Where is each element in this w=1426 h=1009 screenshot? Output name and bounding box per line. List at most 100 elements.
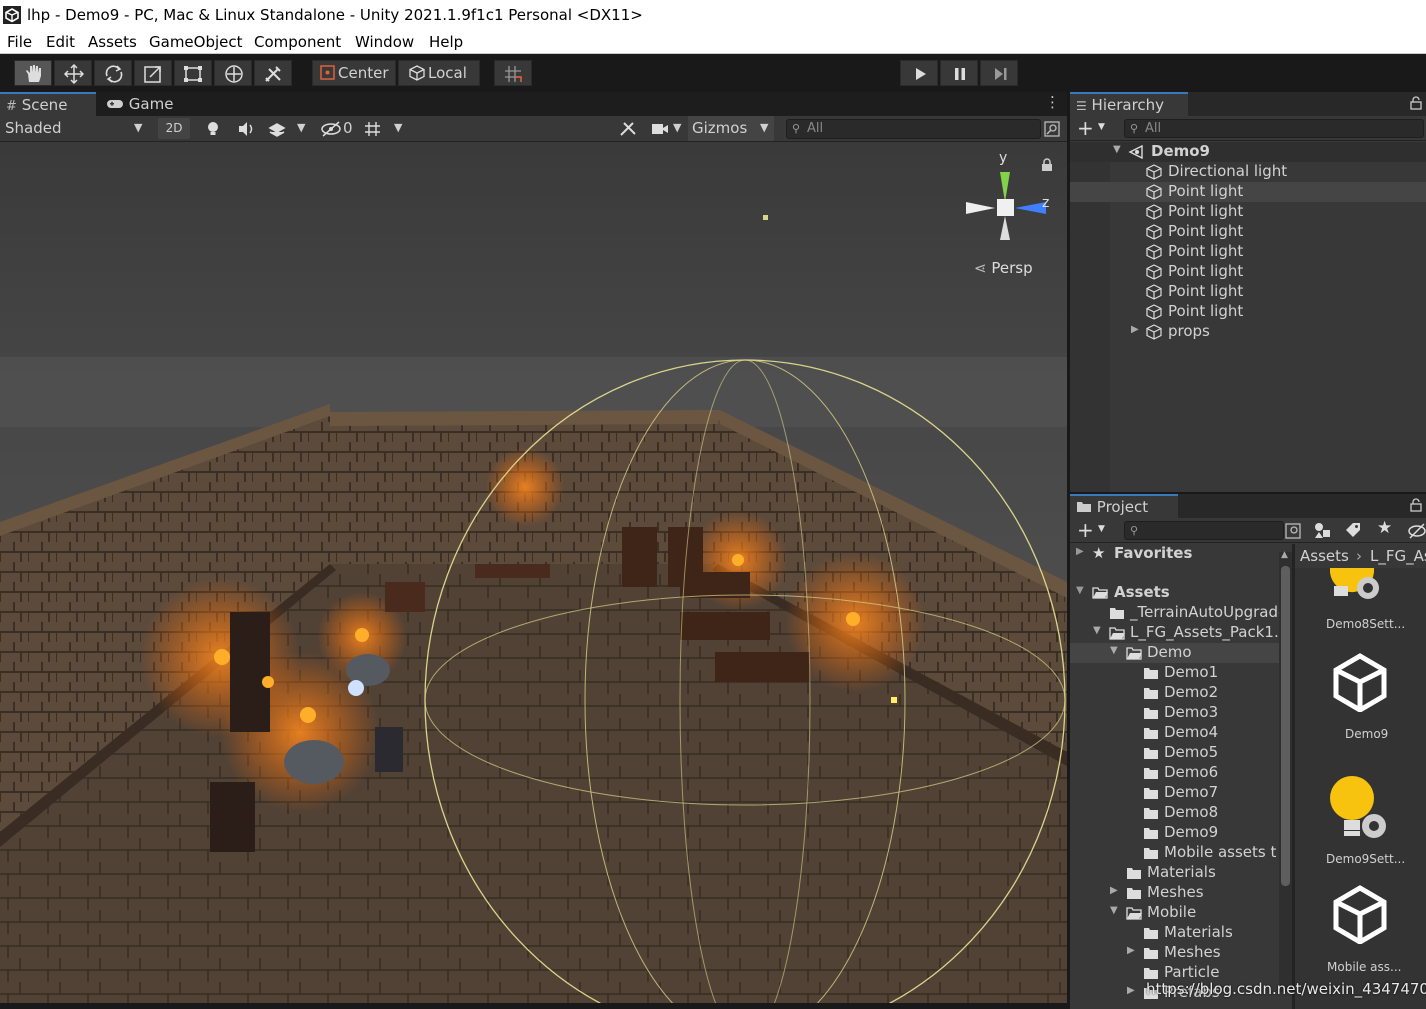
favorites-row[interactable]: ▶ ★ Favorites [1070, 544, 1292, 564]
search-by-type-icon[interactable] [1284, 522, 1302, 540]
project-tree-item[interactable]: Demo1 [1070, 663, 1279, 683]
project-tree-item[interactable]: ▼ Mobile [1070, 903, 1279, 923]
rect-tool-button[interactable] [174, 60, 212, 86]
expand-arrow-icon[interactable]: ▶ [1131, 324, 1139, 335]
project-tree-item[interactable]: ▼ Demo [1070, 643, 1279, 663]
expand-arrow-icon[interactable]: ▶ [1127, 945, 1135, 956]
tab-hierarchy[interactable]: ☰ Hierarchy [1070, 92, 1188, 116]
hierarchy-item[interactable]: Point light [1070, 242, 1426, 262]
expand-arrow-icon[interactable]: ▶ [1127, 985, 1135, 996]
lightbulb-icon[interactable] [204, 120, 222, 138]
lock-icon[interactable] [1409, 498, 1423, 512]
transform-tool-button[interactable] [214, 60, 252, 86]
expand-arrow-icon[interactable]: ▼ [1093, 625, 1101, 636]
breadcrumb-assets[interactable]: Assets [1300, 547, 1349, 565]
step-button[interactable] [980, 60, 1018, 86]
custom-tool-button[interactable] [254, 60, 292, 86]
add-chevron-icon[interactable]: ▼ [1098, 524, 1105, 534]
pivot-center-button[interactable]: Center [312, 60, 396, 86]
project-tree-item[interactable]: ▶ Meshes [1070, 883, 1279, 903]
menu-help[interactable]: Help [429, 31, 463, 53]
project-tree-item[interactable]: Demo9 [1070, 823, 1279, 843]
grid-toggle-icon[interactable] [363, 120, 383, 138]
lock-icon[interactable] [1040, 158, 1054, 172]
add-icon[interactable]: + [1077, 518, 1094, 542]
project-tree-item[interactable]: Demo3 [1070, 703, 1279, 723]
axis-z-label[interactable]: z [1042, 195, 1049, 211]
expand-arrow-icon[interactable]: ▼ [1076, 585, 1084, 596]
project-search-input[interactable]: ⚲ [1124, 521, 1284, 540]
hierarchy-item[interactable]: Point light [1070, 222, 1426, 242]
hierarchy-item[interactable]: Point light [1070, 182, 1426, 202]
breadcrumb-folder[interactable]: L_FG_As [1370, 547, 1426, 565]
hierarchy-item[interactable]: Directional light [1070, 162, 1426, 182]
grid-item-demo9[interactable]: Demo9 [1315, 652, 1415, 744]
projection-label[interactable]: ⋖ Persp [974, 259, 1033, 277]
project-tree-item[interactable]: _TerrainAutoUpgrade [1070, 603, 1287, 623]
project-tree-scrollbar[interactable]: ▲ [1279, 550, 1292, 992]
grid-dropdown-chevron-icon[interactable]: ▼ [394, 121, 402, 134]
lock-icon[interactable] [1409, 96, 1423, 110]
project-tree-item[interactable]: Materials [1070, 863, 1279, 883]
project-tree-item[interactable]: Demo4 [1070, 723, 1279, 743]
menu-edit[interactable]: Edit [46, 31, 75, 53]
expand-arrow-icon[interactable]: ▶ [1110, 885, 1118, 896]
axis-y-label[interactable]: y [999, 150, 1007, 166]
add-icon[interactable]: + [1077, 116, 1094, 140]
effects-dropdown-chevron-icon[interactable]: ▼ [297, 121, 305, 134]
filter-by-type-icon[interactable] [1313, 521, 1333, 539]
audio-icon[interactable] [236, 120, 256, 138]
menu-assets[interactable]: Assets [88, 31, 137, 53]
project-tree-item[interactable]: Demo2 [1070, 683, 1279, 703]
add-chevron-icon[interactable]: ▼ [1098, 122, 1105, 132]
hierarchy-item[interactable]: Point light [1070, 202, 1426, 222]
hierarchy-item[interactable]: Point light [1070, 302, 1426, 322]
move-tool-button[interactable] [54, 60, 92, 86]
pause-button[interactable] [940, 60, 978, 86]
grid-item-demo9settings[interactable]: Demo9Sett... [1315, 770, 1415, 866]
menu-component[interactable]: Component [254, 31, 341, 53]
expand-arrow-icon[interactable]: ▼ [1110, 645, 1118, 656]
tab-game[interactable]: Game [100, 92, 180, 116]
camera-dropdown-chevron-icon[interactable]: ▼ [673, 121, 681, 134]
expand-arrow-icon[interactable]: ▼ [1110, 905, 1118, 916]
tab-project[interactable]: Project [1070, 494, 1178, 518]
search-by-type-icon[interactable] [1043, 120, 1061, 138]
favorite-star-icon[interactable]: ★ [1377, 518, 1392, 538]
menu-file[interactable]: File [7, 31, 32, 53]
project-tree-item[interactable]: Materials [1070, 923, 1279, 943]
project-tree-item[interactable]: Demo6 [1070, 763, 1279, 783]
grid-snapping-button[interactable] [494, 60, 532, 86]
2d-toggle-button[interactable]: 2D [158, 118, 190, 139]
tools-icon[interactable] [618, 120, 638, 138]
hidden-eye-icon[interactable] [1407, 522, 1426, 540]
project-tree-item[interactable]: Demo5 [1070, 743, 1279, 763]
pivot-local-button[interactable]: Local [398, 60, 480, 86]
scene-search-input[interactable]: ⚲ All [786, 119, 1041, 139]
expand-arrow-icon[interactable]: ▶ [1076, 546, 1084, 557]
project-tree-item[interactable]: ▶ Meshes [1070, 943, 1279, 963]
grid-item-demo8settings[interactable]: Demo8Sett... [1315, 568, 1415, 638]
hand-tool-button[interactable] [14, 60, 52, 86]
assets-row[interactable]: ▼ Assets [1070, 583, 1292, 603]
expand-arrow-icon[interactable]: ▼ [1113, 144, 1121, 155]
camera-icon[interactable] [650, 121, 670, 137]
scene-row[interactable]: ▼ Demo9 [1070, 142, 1426, 162]
tab-scene[interactable]: # Scene [0, 92, 96, 116]
project-tree-item[interactable]: Mobile assets t [1070, 843, 1279, 863]
panel-menu-icon[interactable]: ⋮ [1045, 93, 1060, 111]
project-tree-item[interactable]: Demo8 [1070, 803, 1279, 823]
project-tree-item[interactable]: ▼ L_FG_Assets_Pack1.( [1070, 623, 1285, 643]
rotate-tool-button[interactable] [94, 60, 132, 86]
label-tag-icon[interactable] [1344, 521, 1362, 539]
project-tree-item[interactable]: Demo7 [1070, 783, 1279, 803]
scroll-up-icon[interactable]: ▲ [1281, 550, 1288, 560]
hierarchy-item[interactable]: ▶ props [1070, 322, 1426, 342]
scrollbar-thumb[interactable] [1281, 566, 1290, 886]
hierarchy-search-input[interactable]: ⚲ All [1124, 119, 1424, 138]
play-button[interactable] [900, 60, 938, 86]
gizmos-dropdown[interactable]: Gizmos ▼ [688, 116, 774, 141]
hierarchy-item[interactable]: Point light [1070, 282, 1426, 302]
draw-mode-dropdown[interactable]: Shaded ▼ [0, 116, 152, 141]
hidden-eye-icon[interactable] [320, 120, 342, 138]
